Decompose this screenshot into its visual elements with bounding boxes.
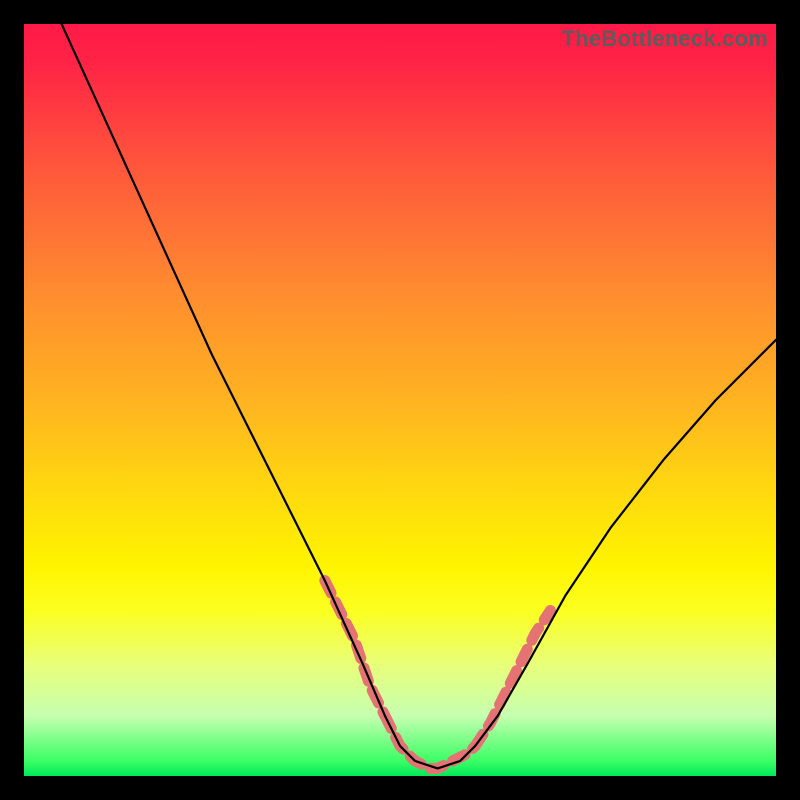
series-highlight-right xyxy=(475,611,550,746)
series-curve xyxy=(62,24,776,768)
watermark-text: TheBottleneck.com xyxy=(562,26,768,52)
plot-area: TheBottleneck.com xyxy=(24,24,776,776)
series-highlight-bottom xyxy=(385,716,475,769)
series-highlight-left xyxy=(325,580,385,715)
chart-svg xyxy=(24,24,776,776)
